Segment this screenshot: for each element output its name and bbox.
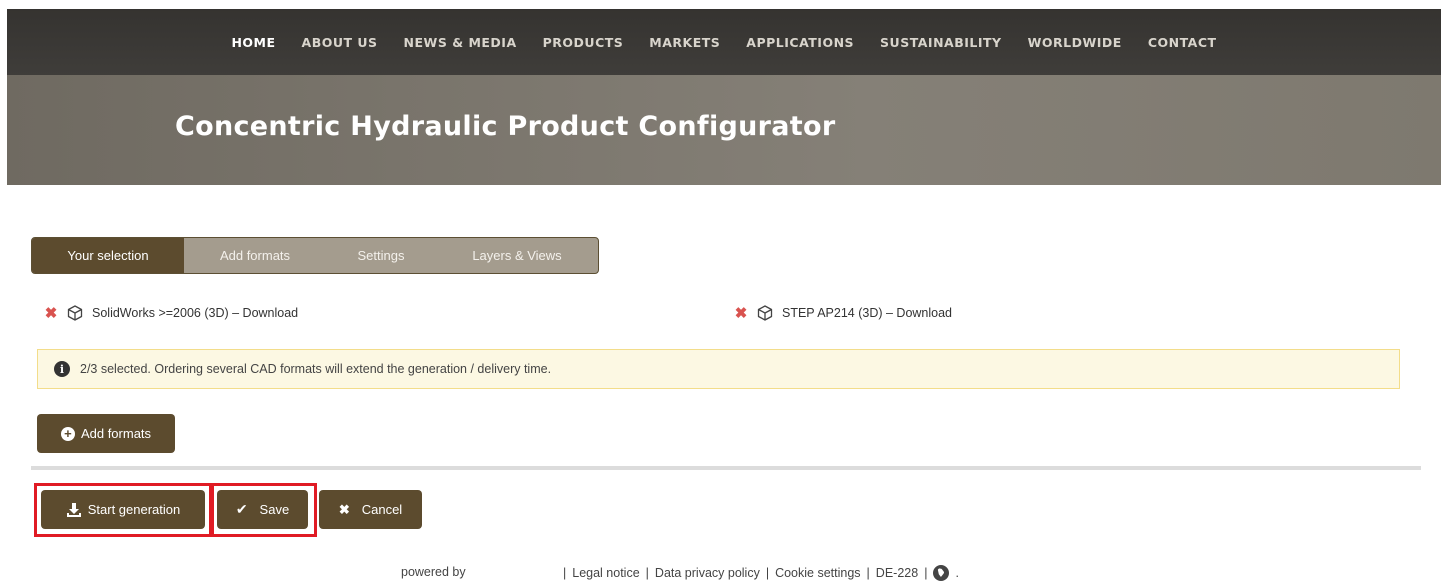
footer-trailing: . [955,566,959,580]
nav-home[interactable]: HOME [218,35,288,50]
footer-links: | Legal notice | Data privacy policy | C… [563,565,959,581]
nav-markets[interactable]: MARKETS [636,35,733,50]
close-x-icon[interactable]: ✖ [44,304,58,322]
close-x-icon[interactable]: ✖ [734,304,748,322]
start-generation-button[interactable]: Start generation [41,490,205,529]
legal-notice-link[interactable]: Legal notice [572,566,639,580]
page-title: Concentric Hydraulic Product Configurato… [175,111,836,142]
tab-add-formats[interactable]: Add formats [184,238,326,273]
nav-news-media[interactable]: NEWS & MEDIA [391,35,530,50]
alert-text: 2/3 selected. Ordering several CAD forma… [80,362,552,376]
separator: | [924,566,928,580]
tab-layers-views[interactable]: Layers & Views [436,238,598,273]
powered-by-text: powered by [401,565,466,579]
check-icon: ✔ [235,501,248,517]
format-label: STEP AP214 (3D) – Download [782,306,953,320]
add-formats-button[interactable]: + Add formats [37,414,175,453]
globe-icon[interactable] [933,565,950,581]
hero-banner: Concentric Hydraulic Product Configurato… [7,75,1441,185]
plus-circle-icon: + [60,426,75,441]
cancel-label: Cancel [361,502,403,517]
nav-about-us[interactable]: ABOUT US [289,35,391,50]
format-item-step: ✖ STEP AP214 (3D) – Download [734,304,952,322]
download-icon [66,502,81,517]
nav-applications[interactable]: APPLICATIONS [733,35,867,50]
cube-icon [67,305,83,321]
footer: powered by | Legal notice | Data privacy… [0,565,1448,582]
format-label: SolidWorks >=2006 (3D) – Download [92,306,299,320]
nav-contact[interactable]: CONTACT [1135,35,1230,50]
divider [31,466,1421,470]
privacy-policy-link[interactable]: Data privacy policy [655,566,760,580]
nav-products[interactable]: PRODUCTS [530,35,637,50]
separator: | [866,566,870,580]
save-button[interactable]: ✔ Save [217,490,308,529]
nav-worldwide[interactable]: WORLDWIDE [1015,35,1135,50]
start-generation-label: Start generation [87,502,181,517]
separator: | [765,566,770,580]
site-code: DE-228 [875,566,919,580]
cancel-button[interactable]: ✖ Cancel [319,490,422,529]
tab-your-selection[interactable]: Your selection [32,238,184,273]
cube-icon [757,305,773,321]
save-label: Save [259,502,290,517]
close-icon: ✖ [338,501,350,517]
separator: | [645,566,649,580]
top-navigation: HOME ABOUT US NEWS & MEDIA PRODUCTS MARK… [7,9,1441,75]
cookie-settings-link[interactable]: Cookie settings [775,566,860,580]
format-item-solidworks: ✖ SolidWorks >=2006 (3D) – Download [44,304,298,322]
info-icon: i [54,361,70,377]
configurator-tabs: Your selection Add formats Settings Laye… [31,237,599,274]
nav-sustainability[interactable]: SUSTAINABILITY [867,35,1015,50]
separator: | [563,566,567,580]
info-alert: i 2/3 selected. Ordering several CAD for… [37,349,1400,389]
tab-settings[interactable]: Settings [326,238,436,273]
add-formats-label: Add formats [80,426,152,441]
